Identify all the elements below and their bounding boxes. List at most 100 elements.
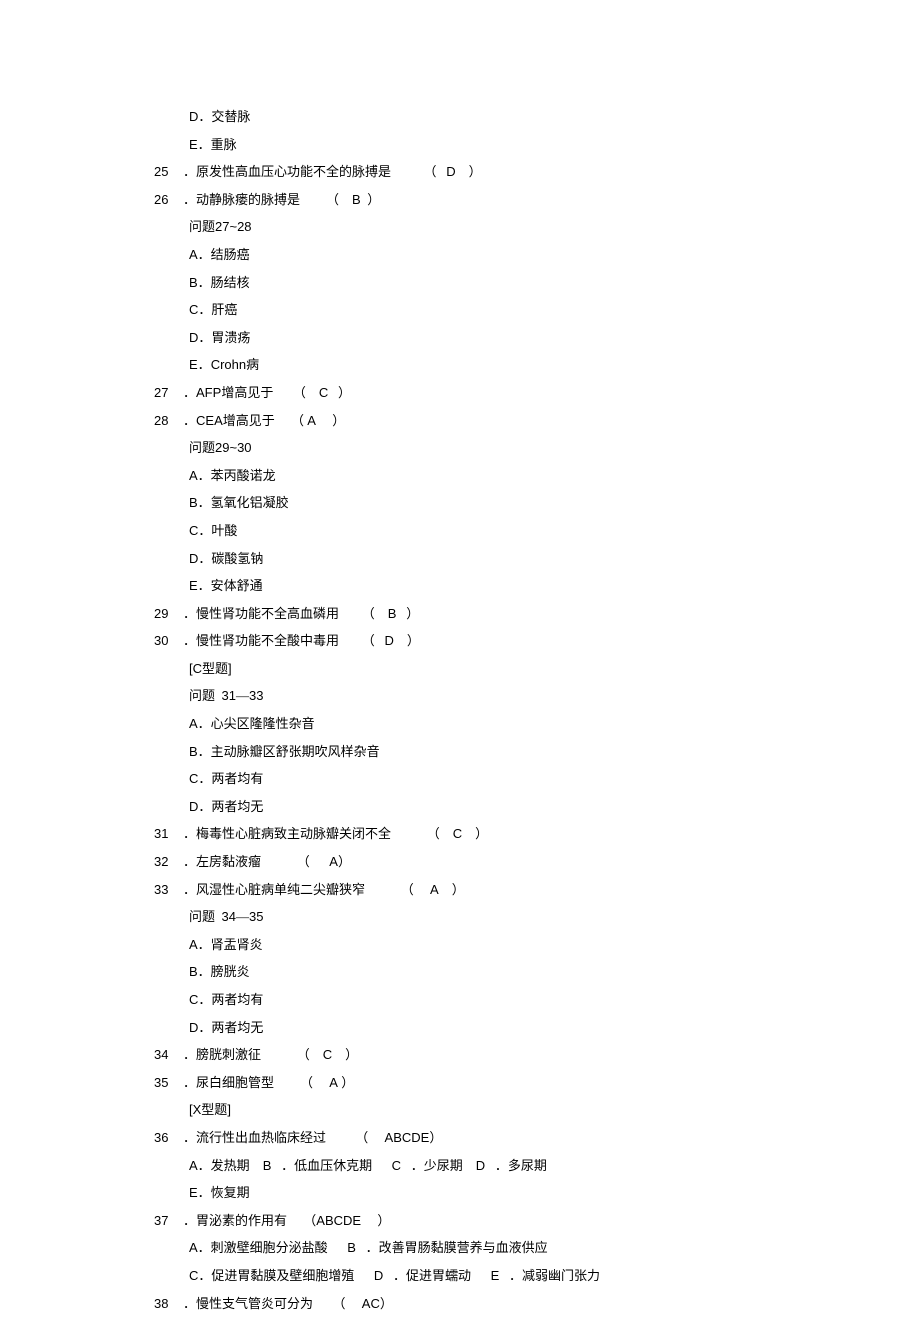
text-line: 34．膀胱刺激征 （ C ） — [154, 1041, 920, 1069]
text-line: C．促进胃黏膜及壁细胞增殖 D ．促进胃蠕动 E ．减弱幽门张力 — [154, 1262, 920, 1290]
latin-text: C — [323, 1041, 332, 1069]
cn-text: （ — [427, 820, 440, 848]
cn-text: ．结肠癌 — [198, 241, 250, 269]
question-number: 32 — [154, 848, 183, 876]
latin-text: E — [189, 131, 198, 159]
cn-text: 问题 — [189, 903, 215, 931]
latin-text: CEA — [196, 407, 223, 435]
latin-text: AFP — [196, 379, 221, 407]
latin-text: E — [189, 351, 198, 379]
text-line: D．胃溃疡 — [154, 324, 920, 352]
cn-text: ．风湿性心脏病单纯二尖瓣狭窄 — [183, 876, 365, 904]
cn-text: ．梅毒性心脏病致主动脉瓣关闭不全 — [183, 820, 391, 848]
text-line: E．安体舒通 — [154, 572, 920, 600]
text-line: [X 型题] — [154, 1096, 920, 1124]
spacer — [339, 600, 362, 628]
cn-text: ．促进胃蠕动 — [393, 1262, 471, 1290]
cn-text: ．氢氧化铝凝胶 — [198, 489, 289, 517]
latin-text: D — [189, 324, 198, 352]
text-line: A．苯丙酸诺龙 — [154, 462, 920, 490]
text-line: A．心尖区隆隆性杂音 — [154, 710, 920, 738]
cn-text: ．膀胱刺激征 — [183, 1041, 261, 1069]
spacer — [274, 1069, 300, 1097]
text-line: 问题 34―35 — [154, 903, 920, 931]
cn-text: （ — [291, 407, 304, 435]
latin-text: D — [446, 158, 455, 186]
latin-text: E — [491, 1262, 500, 1290]
cn-text: ．胃泌素的作用有 — [183, 1207, 287, 1235]
latin-text: [X — [189, 1096, 201, 1124]
text-line: 37．胃泌素的作用有 （ABCDE ） — [154, 1207, 920, 1235]
cn-text: ．慢性肾功能不全高血磷用 — [183, 600, 339, 628]
cn-text: （ — [362, 627, 375, 655]
latin-text: D — [189, 103, 198, 131]
spacer — [375, 627, 385, 655]
text-line: 33．风湿性心脏病单纯二尖瓣狭窄 （ A ） — [154, 876, 920, 904]
spacer — [339, 186, 352, 214]
latin-text: A — [307, 407, 316, 435]
cn-text: 增高见于 — [221, 379, 273, 407]
latin-text: 33 — [249, 682, 263, 710]
cn-text: ） — [406, 600, 419, 628]
text-line: E． Crohn 病 — [154, 351, 920, 379]
text-line: 28．CEA 增高见于 （ A ） — [154, 407, 920, 435]
cn-text: （ — [355, 1124, 368, 1152]
latin-text: C — [319, 379, 328, 407]
latin-text: E — [189, 572, 198, 600]
cn-text: （ — [297, 1041, 310, 1069]
latin-text: D — [374, 1262, 383, 1290]
cn-text: ．改善胃肠黏膜营养与血液供应 — [366, 1234, 548, 1262]
latin-text: AC — [362, 1290, 380, 1317]
latin-text: A — [189, 931, 198, 959]
spacer — [310, 1041, 323, 1069]
text-line: 35．尿白细胞管型 （ A ） — [154, 1069, 920, 1097]
spacer — [499, 1262, 509, 1290]
spacer — [328, 379, 338, 407]
cn-text: ．碳酸氢钠 — [198, 545, 263, 573]
text-line: C．两者均有 — [154, 765, 920, 793]
cn-text: ．多尿期 — [495, 1152, 547, 1180]
cn-text: ．两者均有 — [198, 986, 263, 1014]
spacer — [437, 158, 447, 186]
cn-text: ） — [407, 627, 420, 655]
cn-text: （ — [424, 158, 437, 186]
text-line: 38．慢性支气管炎可分为 （ AC ） — [154, 1290, 920, 1317]
cn-text: 型题 — [201, 1096, 227, 1124]
latin-text: D — [189, 545, 198, 573]
text-line: E．恢复期 — [154, 1179, 920, 1207]
question-number: 38 — [154, 1290, 183, 1317]
latin-text: ABCDE — [385, 1124, 430, 1152]
cn-text: ．苯丙酸诺龙 — [198, 462, 276, 490]
text-line: 问题 27~28 — [154, 213, 920, 241]
text-line: 29．慢性肾功能不全高血磷用 （ B ） — [154, 600, 920, 628]
question-number: 37 — [154, 1207, 183, 1235]
latin-text: D — [385, 627, 394, 655]
cn-text: 问题 — [189, 213, 215, 241]
spacer — [339, 627, 362, 655]
question-number: 34 — [154, 1041, 183, 1069]
latin-text: A — [189, 710, 198, 738]
cn-text: ．慢性支气管炎可分为 — [183, 1290, 313, 1317]
cn-text: ．减弱幽门张力 — [509, 1262, 600, 1290]
cn-text: ） — [377, 1207, 390, 1235]
spacer — [383, 1262, 393, 1290]
latin-text: C — [189, 296, 198, 324]
latin-text: B — [189, 489, 198, 517]
question-number: 28 — [154, 407, 183, 435]
cn-text: ） — [345, 1041, 358, 1069]
cn-text: ．肠结核 — [198, 269, 250, 297]
text-line: 26．动静脉瘘的脉搏是 （ B ） — [154, 186, 920, 214]
latin-text: A — [189, 1152, 198, 1180]
question-number: 36 — [154, 1124, 183, 1152]
text-line: 27．AFP 增高见于 （ C ） — [154, 379, 920, 407]
spacer — [394, 627, 407, 655]
cn-text: ） — [429, 1124, 442, 1152]
latin-text: C — [189, 517, 198, 545]
cn-text: ） — [469, 158, 482, 186]
latin-text: B — [263, 1152, 272, 1180]
cn-text: ） — [367, 186, 380, 214]
latin-text: A — [430, 876, 439, 904]
cn-text: ） — [452, 876, 465, 904]
cn-text: 问题 — [189, 434, 215, 462]
cn-text: ．恢复期 — [198, 1179, 250, 1207]
